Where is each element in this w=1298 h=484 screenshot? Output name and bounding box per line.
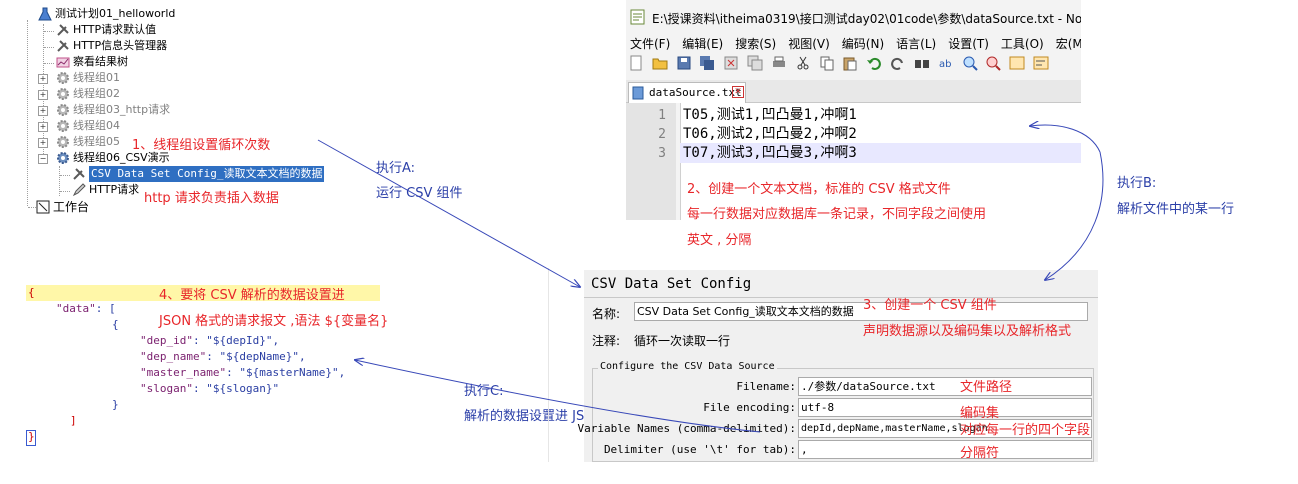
arrow-exec-b-top xyxy=(1030,125,1101,153)
arrow-exec-b xyxy=(1045,151,1104,280)
arrow-exec-a xyxy=(317,139,580,287)
arrow-exec-c xyxy=(355,360,761,433)
annotation-arrows xyxy=(317,0,1104,433)
